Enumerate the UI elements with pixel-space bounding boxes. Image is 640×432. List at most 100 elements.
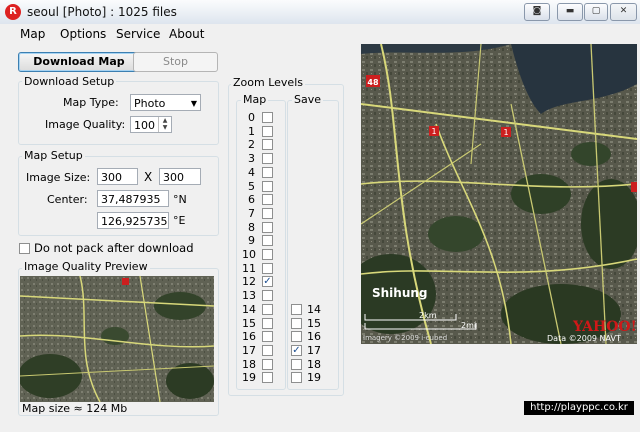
- maximize-icon[interactable]: ▢: [584, 3, 608, 21]
- zoom-save-level-label: 14: [307, 303, 321, 316]
- zoom-map-checkbox[interactable]: [262, 249, 273, 260]
- map-copyright: Data ©2009 NAVT: [547, 334, 621, 343]
- longitude-unit: °E: [173, 214, 186, 227]
- download-setup-group: [18, 81, 219, 145]
- scale-km: 2km: [419, 311, 437, 320]
- zoom-map-checkbox[interactable]: [262, 304, 273, 315]
- zoom-map-checkbox[interactable]: [262, 139, 273, 150]
- zoom-map-level-label: 10: [242, 248, 256, 261]
- watermark: http://playppc.co.kr: [524, 401, 634, 415]
- size-separator: X: [144, 170, 153, 184]
- image-quality-stepper[interactable]: 100 ▲ ▼: [130, 116, 172, 133]
- zoom-save-checkbox[interactable]: [291, 331, 302, 342]
- menu-service[interactable]: Service: [116, 27, 160, 41]
- menu-bar: Map Options Service About: [0, 24, 640, 44]
- download-map-button[interactable]: Download Map: [18, 52, 140, 72]
- zoom-map-checkbox[interactable]: [262, 331, 273, 342]
- zoom-map-checkbox[interactable]: [262, 318, 273, 329]
- zoom-map-level-label: 18: [242, 358, 256, 371]
- zoom-map-checkbox[interactable]: [262, 181, 273, 192]
- spin-arrows-icon[interactable]: ▲ ▼: [158, 117, 171, 132]
- zoom-save-level-label: 19: [307, 371, 321, 384]
- zoom-save-checkbox[interactable]: ✓: [291, 345, 302, 356]
- zoom-save-checkbox[interactable]: [291, 318, 302, 329]
- zoom-map-checkbox[interactable]: [262, 208, 273, 219]
- zoom-map-level-label: 9: [248, 234, 255, 247]
- chevron-down-icon: ▼: [190, 99, 197, 108]
- scale-mi: 2mi: [461, 321, 476, 330]
- zoom-map-checkbox[interactable]: [262, 359, 273, 370]
- menu-map[interactable]: Map: [20, 27, 45, 41]
- zoom-map-level-label: 15: [242, 317, 256, 330]
- longitude-input[interactable]: 126,925735: [97, 212, 169, 229]
- image-height-input[interactable]: 300: [159, 168, 201, 185]
- yahoo-logo: YAHOO!: [572, 319, 637, 335]
- latitude-input[interactable]: 37,487935: [97, 190, 169, 207]
- window-extra-icon[interactable]: ◙: [524, 3, 550, 21]
- zoom-map-level-label: 17: [242, 344, 256, 357]
- latitude-unit: °N: [173, 193, 187, 206]
- route-shield-edge: [631, 182, 637, 192]
- zoom-map-level-label: 5: [248, 180, 255, 193]
- map-type-value: Photo: [134, 97, 166, 110]
- map-view[interactable]: 48 1 1 Shihung 2km 2mi YAHOO! Imagery ©2…: [361, 44, 637, 344]
- title-bar: R seoul [Photo] : 1025 files ◙ ▬ ▢ ✕: [0, 0, 640, 25]
- svg-text:48: 48: [367, 78, 379, 87]
- menu-options[interactable]: Options: [60, 27, 106, 41]
- zoom-map-level-label: 1: [248, 125, 255, 138]
- zoom-map-level-label: 7: [248, 207, 255, 220]
- zoom-map-level-label: 8: [248, 221, 255, 234]
- minimize-icon[interactable]: ▬: [557, 3, 583, 21]
- zoom-map-level-label: 0: [248, 111, 255, 124]
- center-label: Center:: [47, 193, 88, 206]
- zoom-map-checkbox[interactable]: [262, 263, 273, 274]
- zoom-map-checkbox[interactable]: ✓: [262, 276, 273, 287]
- zoom-map-level-label: 19: [242, 371, 256, 384]
- zoom-map-checkbox[interactable]: [262, 112, 273, 123]
- map-type-select[interactable]: Photo ▼: [130, 94, 201, 111]
- zoom-save-level-label: 15: [307, 317, 321, 330]
- map-size-text: Map size ≈ 124 Mb: [22, 402, 128, 415]
- no-pack-label: Do not pack after download: [34, 241, 194, 255]
- stop-button[interactable]: Stop: [133, 52, 218, 72]
- svg-text:1: 1: [503, 128, 508, 137]
- image-width-input[interactable]: 300: [97, 168, 138, 185]
- zoom-save-level-label: 17: [307, 344, 321, 357]
- download-setup-title: Download Setup: [22, 75, 117, 88]
- zoom-map-level-label: 6: [248, 193, 255, 206]
- map-setup-title: Map Setup: [22, 149, 85, 162]
- zoom-map-checkbox[interactable]: [262, 167, 273, 178]
- image-quality-value: 100: [134, 119, 155, 132]
- close-icon[interactable]: ✕: [610, 3, 637, 21]
- zoom-map-checkbox[interactable]: [262, 290, 273, 301]
- city-label: Shihung: [372, 286, 428, 300]
- zoom-map-checkbox[interactable]: [262, 235, 273, 246]
- zoom-save-level-label: 16: [307, 330, 321, 343]
- zoom-map-checkbox[interactable]: [262, 222, 273, 233]
- zoom-save-checkbox[interactable]: [291, 372, 302, 383]
- preview-image: [20, 276, 214, 402]
- zoom-map-checkbox[interactable]: [262, 372, 273, 383]
- zoom-map-level-label: 11: [242, 262, 256, 275]
- zoom-map-level-label: 2: [248, 138, 255, 151]
- app-logo-icon: R: [5, 4, 21, 20]
- zoom-map-level-label: 4: [248, 166, 255, 179]
- menu-about[interactable]: About: [169, 27, 204, 41]
- zoom-save-checkbox[interactable]: [291, 304, 302, 315]
- zoom-map-level-label: 12: [242, 275, 256, 288]
- window-title: seoul [Photo] : 1025 files: [27, 5, 177, 19]
- zoom-save-checkbox[interactable]: [291, 359, 302, 370]
- map-type-label: Map Type:: [63, 96, 119, 109]
- zoom-map-checkbox[interactable]: [262, 126, 273, 137]
- zoom-levels-title: Zoom Levels: [231, 76, 305, 89]
- zoom-save-level-label: 18: [307, 358, 321, 371]
- svg-text:1: 1: [431, 127, 436, 136]
- zoom-map-checkbox[interactable]: [262, 194, 273, 205]
- zoom-map-level-label: 16: [242, 330, 256, 343]
- zoom-map-checkbox[interactable]: [262, 153, 273, 164]
- zoom-map-checkbox[interactable]: [262, 345, 273, 356]
- no-pack-checkbox[interactable]: [19, 243, 30, 254]
- zoom-save-header: Save: [292, 93, 324, 106]
- zoom-map-level-label: 13: [242, 289, 256, 302]
- zoom-map-header: Map: [241, 93, 269, 106]
